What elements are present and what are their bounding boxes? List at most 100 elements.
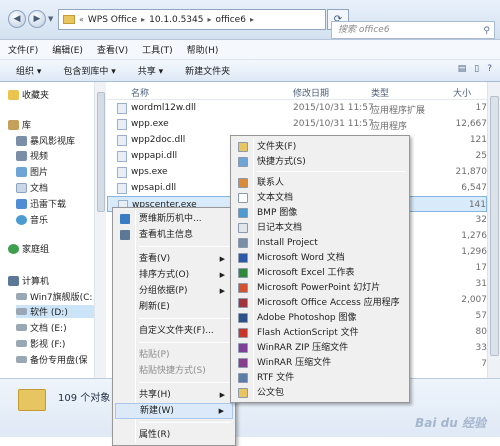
nav-scrollbar-thumb[interactable] [97,92,105,212]
breadcrumb-segment[interactable]: office6 [216,15,246,25]
file-size: 1,276 [461,231,487,241]
chevron-right-icon[interactable]: ▸ [208,15,212,24]
menu-file[interactable]: 文件(F) [8,43,38,56]
view-options-icon[interactable]: ▤ [458,64,467,74]
context-menu-item[interactable]: 查看(V) ▶ [115,251,233,267]
file-list-scrollbar-thumb[interactable] [490,96,499,356]
breadcrumb-segment[interactable]: 10.1.0.5345 [149,15,203,25]
nav-label: 影视 (F:) [30,340,66,350]
nav-homegroup[interactable]: 家庭组 [8,242,49,255]
column-type[interactable]: 类型 [371,86,389,99]
include-in-library-button[interactable]: 包含到库中 ▾ [63,64,115,77]
menu-edit[interactable]: 编辑(E) [52,43,83,56]
nav-scrollbar[interactable] [94,82,106,378]
new-menu-item[interactable]: Microsoft Excel 工作表 [233,265,407,281]
menu-help[interactable]: 帮助(H) [187,43,219,56]
picture-icon [16,166,27,177]
nav-computer[interactable]: 计算机 [8,274,49,287]
context-menu-item[interactable]: 查看机主信息 [115,227,233,243]
menu-item-label: 公文包 [257,388,285,398]
context-menu-item[interactable]: 分组依据(P) ▶ [115,283,233,299]
new-menu-item[interactable]: Install Project [233,235,407,251]
column-date[interactable]: 修改日期 [293,86,329,99]
file-size: 33 [475,343,487,353]
file-icon [117,103,127,114]
file-size: 31 [475,279,487,289]
menu-view[interactable]: 查看(V) [97,43,128,56]
context-menu-item[interactable]: 排序方式(O) ▶ [115,267,233,283]
new-menu-item[interactable]: 日记本文档 [233,220,407,236]
nav-library-item[interactable]: 暴风影视库 [16,134,75,147]
context-menu-item[interactable]: 粘贴快捷方式(S) [115,363,233,379]
context-menu-item[interactable]: 自定义文件夹(F)... [115,323,233,339]
context-menu-item[interactable]: 粘贴(P) [115,347,233,363]
file-type: 应用程序扩展 [371,106,426,116]
new-menu-item[interactable]: RTF 文件 [233,370,407,386]
column-size[interactable]: 大小 [453,86,471,99]
nav-library-item[interactable]: 迅雷下载 [16,197,66,210]
nav-label: 文档 [30,184,49,194]
menu-item-label: 文件夹(F) [257,142,297,152]
new-menu-item[interactable]: Microsoft PowerPoint 幻灯片 [233,280,407,296]
video-icon [16,150,27,161]
file-type-icon [238,193,248,203]
forward-button[interactable]: ▶ [28,10,46,28]
nav-drive-selected[interactable]: 软件 (D:) [16,305,94,318]
menu-item-label: WinRAR 压缩文件 [257,358,332,368]
download-icon [16,198,27,209]
search-input[interactable]: 搜索 office6 ⚲ [331,21,495,39]
context-menu-item[interactable]: 属性(R) [115,427,233,443]
new-menu-item[interactable]: 文本文档 [233,190,407,206]
menu-item-label: Microsoft Word 文档 [257,253,345,263]
nav-drive[interactable]: Win7旗舰版(C: [16,290,92,303]
file-type-icon [238,178,248,188]
file-row[interactable]: wpp.exe 2015/10/31 11:57 应用程序 12,667 [107,116,487,132]
new-menu-item[interactable]: 文件夹(F) [233,139,407,155]
nav-favorites[interactable]: 收藏夹 [8,88,49,101]
new-menu-item[interactable]: Microsoft Office Access 应用程序 [233,295,407,311]
nav-library-item[interactable]: 图片 [16,165,48,178]
file-size: 57 [475,311,487,321]
new-menu-item[interactable]: 联系人 [233,175,407,191]
new-menu-item[interactable]: 快捷方式(S) [233,154,407,170]
context-menu-item[interactable]: 共享(H) ▶ [115,387,233,403]
organize-button[interactable]: 组织 ▾ [16,64,41,77]
chevron-right-icon[interactable]: ▸ [141,15,145,24]
breadcrumb-segment[interactable]: WPS Office [88,15,137,25]
menu-item-label: Microsoft Office Access 应用程序 [257,298,400,308]
new-menu-item[interactable]: WinRAR ZIP 压缩文件 [233,340,407,356]
nav-libraries[interactable]: 库 [8,118,31,131]
address-input[interactable]: « WPS Office ▸ 10.1.0.5345 ▸ office6 ▸ [58,9,326,30]
help-icon[interactable]: ? [487,64,492,74]
new-menu-item[interactable]: WinRAR 压缩文件 [233,355,407,371]
new-menu-item[interactable]: Adobe Photoshop 图像 [233,310,407,326]
new-menu-item[interactable]: 公文包 [233,385,407,401]
nav-drive[interactable]: 备份专用盘(保 [16,353,88,366]
menu-item-label: Microsoft PowerPoint 幻灯片 [257,283,381,293]
preview-pane-icon[interactable]: ▯ [474,64,479,74]
menu-item-label: RTF 文件 [257,373,295,383]
history-dropdown-icon[interactable]: ▼ [48,15,53,23]
nav-drive[interactable]: 文档 (E:) [16,321,67,334]
new-menu-item[interactable]: Microsoft Word 文档 [233,250,407,266]
nav-library-item[interactable]: 视频 [16,149,48,162]
context-menu-item[interactable]: 刷新(E) [115,299,233,315]
back-button[interactable]: ◀ [8,10,26,28]
nav-library-item[interactable]: 音乐 [16,213,48,226]
file-list-scrollbar[interactable] [487,82,500,378]
nav-drive[interactable]: 影视 (F:) [16,337,65,350]
column-name[interactable]: 名称 [131,86,149,99]
new-menu-item[interactable]: Flash ActionScript 文件 [233,325,407,341]
file-row[interactable]: wordml12w.dll 2015/10/31 11:57 应用程序扩展 17 [107,100,487,116]
context-menu-item[interactable]: 贾维斯历机中... [115,211,233,227]
homegroup-icon [8,243,19,254]
new-folder-button[interactable]: 新建文件夹 [185,64,230,77]
share-button[interactable]: 共享 ▾ [138,64,163,77]
menu-tools[interactable]: 工具(T) [142,43,173,56]
new-menu-item[interactable]: BMP 图像 [233,205,407,221]
nav-library-item[interactable]: 文档 [16,181,48,194]
file-name: wordml12w.dll [131,103,196,113]
chevron-right-icon[interactable]: ▸ [250,15,254,24]
menu-item-label: 粘贴(P) [139,350,170,360]
context-menu-item[interactable]: 新建(W) ▶ [115,403,233,419]
